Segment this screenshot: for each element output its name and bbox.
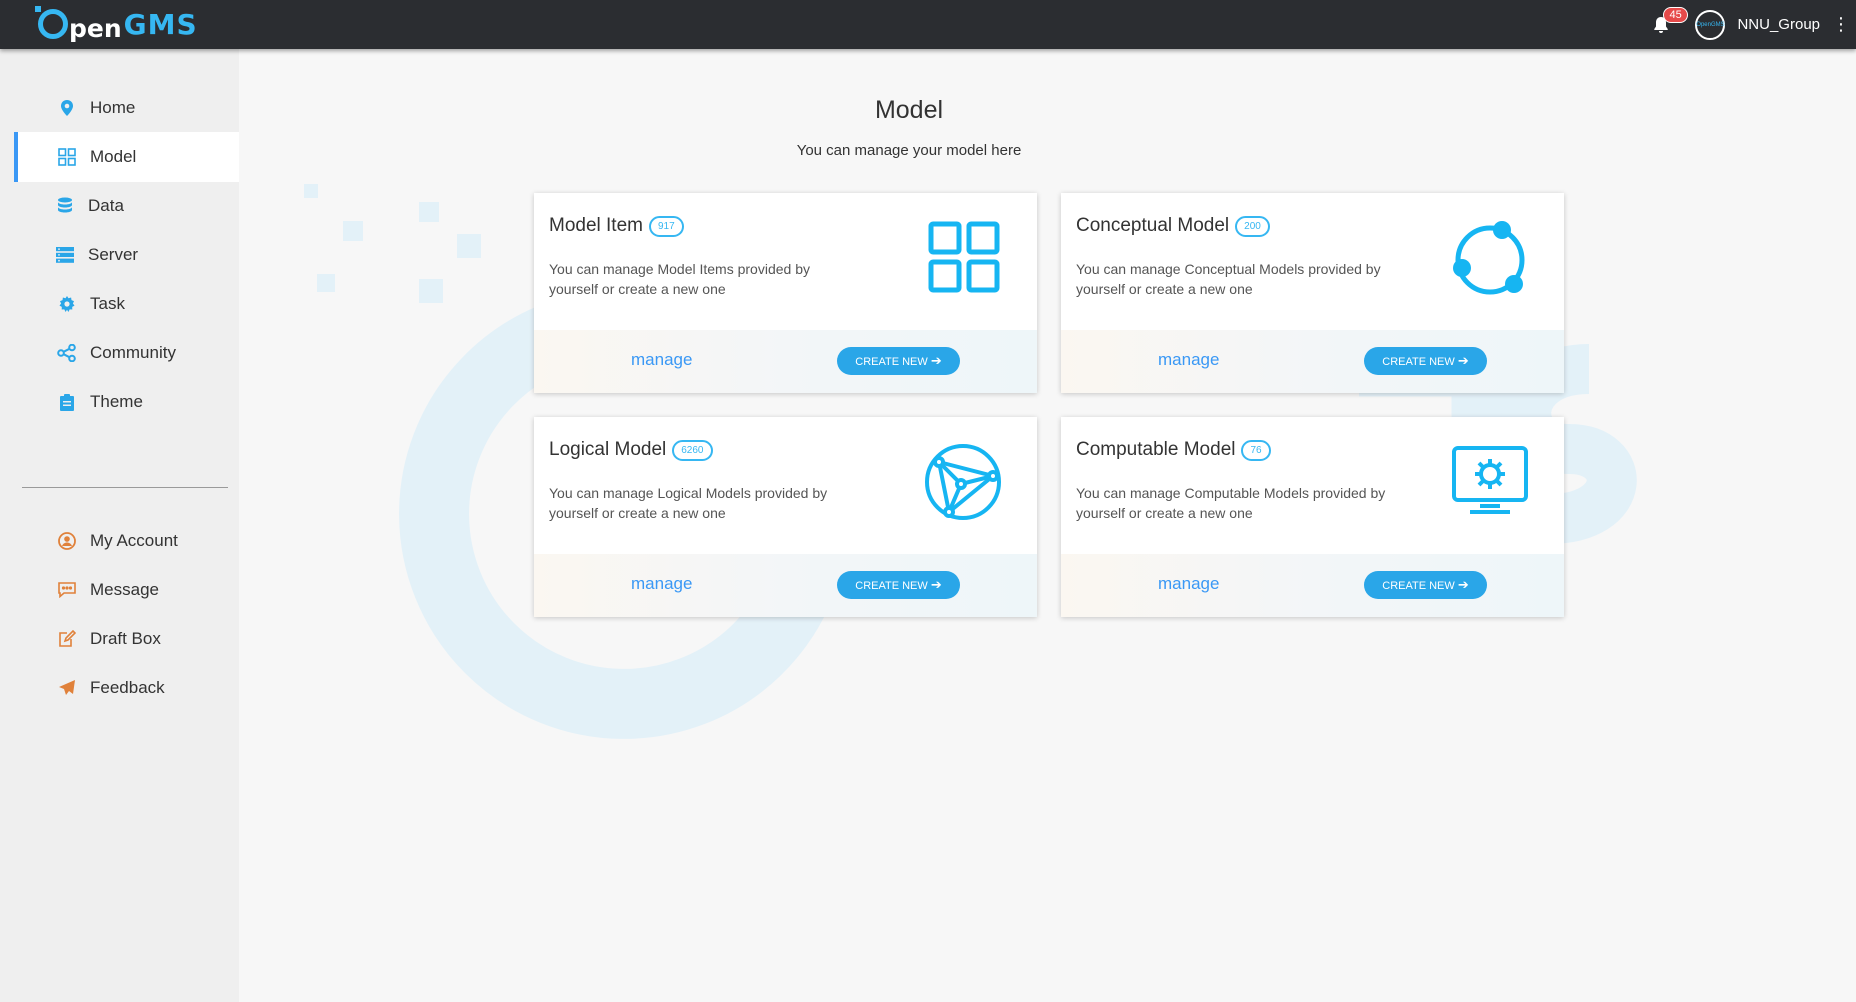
sidebar-item-label: Feedback bbox=[90, 678, 165, 697]
card-description: You can manage Model Items provided by y… bbox=[549, 261, 810, 297]
user-icon bbox=[56, 530, 78, 552]
notification-count-badge: 45 bbox=[1663, 6, 1688, 23]
sidebar: Home Model Data Server Task Community Th… bbox=[0, 49, 239, 1002]
location-pin-icon bbox=[56, 97, 78, 119]
card-conceptual-model: Conceptual Model 200 You can manage Conc… bbox=[1061, 193, 1564, 393]
sidebar-item-label: Theme bbox=[90, 392, 143, 411]
card-title: Logical Model 6260 bbox=[549, 439, 713, 461]
top-bar: pen GMS 45 OpenGMS NNU_Group ⋮ bbox=[0, 0, 1856, 49]
sidebar-item-label: Home bbox=[90, 98, 136, 117]
sidebar-item-model[interactable]: Model bbox=[14, 132, 239, 182]
top-right-controls: 45 OpenGMS NNU_Group ⋮ bbox=[1651, 0, 1856, 49]
page-subtitle: You can manage your model here bbox=[796, 142, 1022, 159]
username[interactable]: NNU_Group bbox=[1737, 16, 1820, 33]
arrow-right-icon: ➔ bbox=[930, 577, 942, 592]
card-title: Conceptual Model 200 bbox=[1076, 215, 1270, 237]
card-model-item: Model Item 917 You can manage Model Item… bbox=[534, 193, 1037, 393]
logo-o-mark bbox=[35, 6, 68, 39]
opengms-logo[interactable]: pen GMS bbox=[35, 4, 198, 44]
create-new-button[interactable]: CREATE NEW ➔ bbox=[837, 347, 960, 375]
sidebar-divider bbox=[22, 487, 228, 488]
more-options-icon[interactable]: ⋮ bbox=[1832, 14, 1850, 35]
gear-icon bbox=[56, 293, 78, 315]
card-footer: manage CREATE NEW ➔ bbox=[1061, 554, 1564, 617]
count-badge: 6260 bbox=[672, 439, 713, 461]
card-computable-model: Computable Model 76 You can manage Compu… bbox=[1061, 417, 1564, 617]
card-footer: manage CREATE NEW ➔ bbox=[534, 330, 1037, 393]
sidebar-item-label: Data bbox=[88, 196, 124, 215]
page-title: Model bbox=[874, 96, 944, 124]
card-title-text: Computable Model bbox=[1076, 439, 1236, 460]
sidebar-item-task[interactable]: Task bbox=[14, 279, 239, 329]
card-logical-model: Logical Model 6260 You can manage Logica… bbox=[534, 417, 1037, 617]
background-watermark bbox=[304, 184, 1637, 739]
sidebar-item-my-account[interactable]: My Account bbox=[14, 516, 239, 566]
share-nodes-icon bbox=[56, 342, 78, 364]
sidebar-item-community[interactable]: Community bbox=[14, 328, 239, 378]
card-title-text: Conceptual Model bbox=[1076, 215, 1230, 236]
sidebar-item-message[interactable]: Message bbox=[14, 565, 239, 615]
sidebar-item-label: Draft Box bbox=[90, 629, 161, 648]
manage-link[interactable]: manage bbox=[1158, 574, 1219, 594]
arrow-right-icon: ➔ bbox=[930, 353, 942, 368]
monitor-gear-icon bbox=[1452, 446, 1528, 514]
card-title-text: Model Item bbox=[549, 215, 643, 236]
count-badge: 76 bbox=[1241, 439, 1271, 461]
clipboard-icon bbox=[56, 391, 78, 413]
server-icon bbox=[54, 244, 76, 266]
edit-icon bbox=[56, 628, 78, 650]
card-footer: manage CREATE NEW ➔ bbox=[534, 554, 1037, 617]
sidebar-item-theme[interactable]: Theme bbox=[14, 377, 239, 427]
sidebar-item-label: Community bbox=[90, 343, 176, 362]
grid-icon bbox=[928, 221, 1000, 293]
logo-text-gms: GMS bbox=[123, 7, 198, 41]
count-badge: 917 bbox=[648, 215, 684, 237]
card-title: Model Item 917 bbox=[549, 215, 684, 237]
card-description: You can manage Conceptual Models provide… bbox=[1076, 261, 1381, 297]
message-icon bbox=[56, 579, 78, 601]
create-new-label: CREATE NEW bbox=[855, 580, 928, 592]
manage-link[interactable]: manage bbox=[631, 350, 692, 370]
avatar-text: OpenGMS bbox=[1696, 21, 1725, 28]
database-icon bbox=[54, 195, 76, 217]
create-new-button[interactable]: CREATE NEW ➔ bbox=[837, 571, 960, 599]
card-title-text: Logical Model bbox=[549, 439, 667, 460]
sidebar-item-data[interactable]: Data bbox=[14, 181, 239, 231]
sidebar-item-label: Server bbox=[88, 245, 139, 264]
grid-icon bbox=[56, 146, 78, 168]
count-badge: 200 bbox=[1235, 215, 1270, 237]
paper-plane-icon bbox=[56, 677, 78, 699]
main-content: Model You can manage your model here Mod… bbox=[239, 49, 1856, 1002]
card-title: Computable Model 76 bbox=[1076, 439, 1271, 461]
notification-button[interactable]: 45 bbox=[1651, 6, 1688, 35]
logo-text-pen: pen bbox=[69, 14, 122, 43]
sidebar-item-label: Model bbox=[90, 147, 137, 166]
sidebar-item-feedback[interactable]: Feedback bbox=[14, 663, 239, 713]
card-description: You can manage Logical Models provided b… bbox=[549, 485, 828, 521]
create-new-button[interactable]: CREATE NEW ➔ bbox=[1364, 347, 1487, 375]
sidebar-item-home[interactable]: Home bbox=[14, 83, 239, 133]
manage-link[interactable]: manage bbox=[631, 574, 692, 594]
create-new-label: CREATE NEW bbox=[1382, 580, 1455, 592]
avatar[interactable]: OpenGMS bbox=[1695, 9, 1726, 40]
create-new-label: CREATE NEW bbox=[1382, 356, 1455, 368]
sidebar-item-label: Message bbox=[90, 580, 159, 599]
card-footer: manage CREATE NEW ➔ bbox=[1061, 330, 1564, 393]
sidebar-item-label: Task bbox=[90, 294, 125, 313]
card-description: You can manage Computable Models provide… bbox=[1076, 485, 1386, 521]
arrow-right-icon: ➔ bbox=[1457, 353, 1469, 368]
create-new-button[interactable]: CREATE NEW ➔ bbox=[1364, 571, 1487, 599]
sidebar-item-draft-box[interactable]: Draft Box bbox=[14, 614, 239, 664]
manage-link[interactable]: manage bbox=[1158, 350, 1219, 370]
network-icon bbox=[925, 444, 1001, 520]
arrow-right-icon: ➔ bbox=[1457, 577, 1469, 592]
sidebar-item-server[interactable]: Server bbox=[14, 230, 239, 280]
create-new-label: CREATE NEW bbox=[855, 356, 928, 368]
cycle-icon bbox=[1453, 221, 1525, 295]
sidebar-item-label: My Account bbox=[90, 531, 178, 550]
